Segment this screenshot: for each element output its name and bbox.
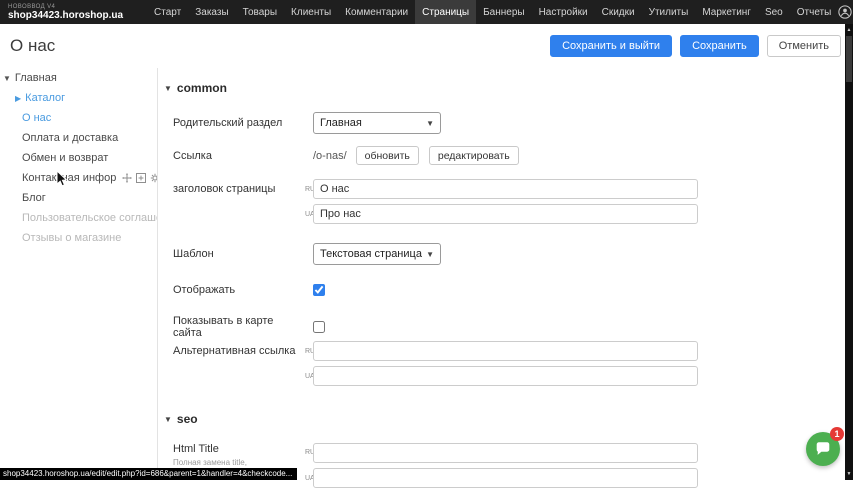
pages-tree-sidebar: ▼ Главная ▶ Каталог О нас Оплата и доста… bbox=[0, 68, 157, 468]
chat-unread-badge: 1 bbox=[830, 427, 844, 441]
tree-item-contact-info[interactable]: Контактная инфор bbox=[0, 168, 157, 188]
scroll-down-arrow[interactable]: ▼ bbox=[845, 471, 853, 477]
chat-bubble-icon bbox=[814, 440, 832, 458]
brand-domain: shop34423.horoshop.ua bbox=[8, 11, 123, 21]
page-title-ru-input[interactable] bbox=[313, 179, 698, 199]
brand-version: НОВОВВОД V4 bbox=[8, 4, 123, 10]
tree-item-blog[interactable]: Блог bbox=[0, 188, 157, 208]
menu-item-utilities[interactable]: Утилиты bbox=[642, 0, 696, 24]
lang-label-ru: RU bbox=[305, 186, 313, 193]
row-display: Отображать bbox=[173, 284, 325, 296]
header-buttons: Сохранить и выйти Сохранить Отменить bbox=[550, 35, 841, 57]
menu-item-products[interactable]: Товары bbox=[236, 0, 284, 24]
menu-item-clients[interactable]: Клиенты bbox=[284, 0, 338, 24]
chevron-right-icon[interactable]: ▶ bbox=[15, 94, 21, 103]
chat-widget-button[interactable]: 1 bbox=[806, 432, 840, 466]
tree-item-store-reviews[interactable]: Отзывы о магазине bbox=[0, 228, 157, 248]
row-page-title-ru: заголовок страницы RU bbox=[173, 179, 698, 199]
scroll-up-arrow[interactable]: ▲ bbox=[845, 27, 853, 33]
menu-item-discounts[interactable]: Скидки bbox=[595, 0, 642, 24]
scrollbar-thumb[interactable] bbox=[846, 36, 852, 82]
parent-section-select[interactable]: Главная ▼ bbox=[313, 112, 441, 134]
lang-label-ru: RU bbox=[305, 348, 313, 355]
cancel-button[interactable]: Отменить bbox=[767, 35, 841, 57]
section-seo[interactable]: ▼ seo bbox=[164, 412, 198, 426]
topbar: НОВОВВОД V4 shop34423.horoshop.ua Старт … bbox=[0, 0, 853, 24]
menu-item-orders[interactable]: Заказы bbox=[188, 0, 235, 24]
row-page-title-ua: UA bbox=[173, 204, 698, 224]
row-sitemap: Показывать в карте сайта bbox=[173, 315, 325, 339]
menu-item-marketing[interactable]: Маркетинг bbox=[695, 0, 758, 24]
chevron-down-icon[interactable]: ▼ bbox=[3, 74, 11, 83]
lang-label-ru: RU bbox=[305, 449, 313, 456]
row-alt-link-ua: UA bbox=[173, 366, 698, 386]
menu-item-pages[interactable]: Страницы bbox=[415, 0, 476, 24]
link-value: /o-nas/ bbox=[313, 150, 347, 162]
tree-item-catalog[interactable]: ▶ Каталог bbox=[0, 88, 157, 108]
topbar-icons bbox=[838, 5, 853, 19]
row-alt-link-ru: Альтернативная ссылка RU bbox=[173, 341, 698, 361]
drag-move-icon[interactable] bbox=[122, 173, 132, 183]
chevron-down-icon: ▼ bbox=[426, 250, 434, 259]
page-edit-form: ▼ common Родительский раздел Главная ▼ С… bbox=[158, 68, 845, 480]
row-link: Ссылка /o-nas/ обновить редактировать bbox=[173, 146, 529, 165]
tree-item-payment-delivery[interactable]: Оплата и доставка bbox=[0, 128, 157, 148]
alt-link-ua-input[interactable] bbox=[313, 366, 698, 386]
link-update-button[interactable]: обновить bbox=[356, 146, 419, 165]
display-checkbox[interactable] bbox=[313, 284, 325, 296]
link-edit-button[interactable]: редактировать bbox=[429, 146, 519, 165]
menu-item-banners[interactable]: Баннеры bbox=[476, 0, 531, 24]
menu-item-reports[interactable]: Отчеты bbox=[790, 0, 839, 24]
tree-item-about-selected[interactable]: О нас bbox=[0, 108, 157, 128]
lang-label-ua: UA bbox=[305, 211, 313, 218]
alt-link-ru-input[interactable] bbox=[313, 341, 698, 361]
menu-item-settings[interactable]: Настройки bbox=[532, 0, 595, 24]
save-and-exit-button[interactable]: Сохранить и выйти bbox=[550, 35, 672, 57]
row-parent-section: Родительский раздел Главная ▼ bbox=[173, 112, 441, 134]
chevron-down-icon: ▼ bbox=[164, 415, 172, 424]
chevron-down-icon: ▼ bbox=[426, 119, 434, 128]
add-subpage-icon[interactable] bbox=[136, 173, 146, 183]
browser-status-url: shop34423.horoshop.ua/edit/edit.php?id=6… bbox=[0, 468, 297, 480]
sitemap-checkbox[interactable] bbox=[313, 321, 325, 333]
page-title-ua-input[interactable] bbox=[313, 204, 698, 224]
menu-item-seo[interactable]: Seo bbox=[758, 0, 790, 24]
chevron-down-icon: ▼ bbox=[164, 84, 172, 93]
lang-label-ua: UA bbox=[305, 475, 313, 482]
menu-item-start[interactable]: Старт bbox=[147, 0, 188, 24]
menu-item-comments[interactable]: Комментарии bbox=[338, 0, 415, 24]
html-title-ru-input[interactable] bbox=[313, 443, 698, 463]
tree-item-home[interactable]: ▼ Главная bbox=[0, 68, 157, 88]
page-title: О нас bbox=[10, 36, 55, 56]
main-menu: Старт Заказы Товары Клиенты Комментарии … bbox=[147, 0, 838, 24]
section-common[interactable]: ▼ common bbox=[164, 81, 227, 95]
row-template: Шаблон Текстовая страница ▼ bbox=[173, 243, 441, 265]
save-button[interactable]: Сохранить bbox=[680, 35, 759, 57]
vertical-scrollbar[interactable]: ▲ ▼ bbox=[845, 24, 853, 480]
html-title-ua-input[interactable] bbox=[313, 468, 698, 488]
user-account-icon[interactable] bbox=[838, 5, 852, 19]
template-select[interactable]: Текстовая страница ▼ bbox=[313, 243, 441, 265]
brand-logo[interactable]: НОВОВВОД V4 shop34423.horoshop.ua bbox=[8, 4, 123, 21]
tree-item-user-agreement[interactable]: Пользовательское соглашение bbox=[0, 208, 157, 228]
page-header: О нас Сохранить и выйти Сохранить Отмени… bbox=[0, 24, 845, 68]
lang-label-ua: UA bbox=[305, 373, 313, 380]
tree-item-exchange-return[interactable]: Обмен и возврат bbox=[0, 148, 157, 168]
